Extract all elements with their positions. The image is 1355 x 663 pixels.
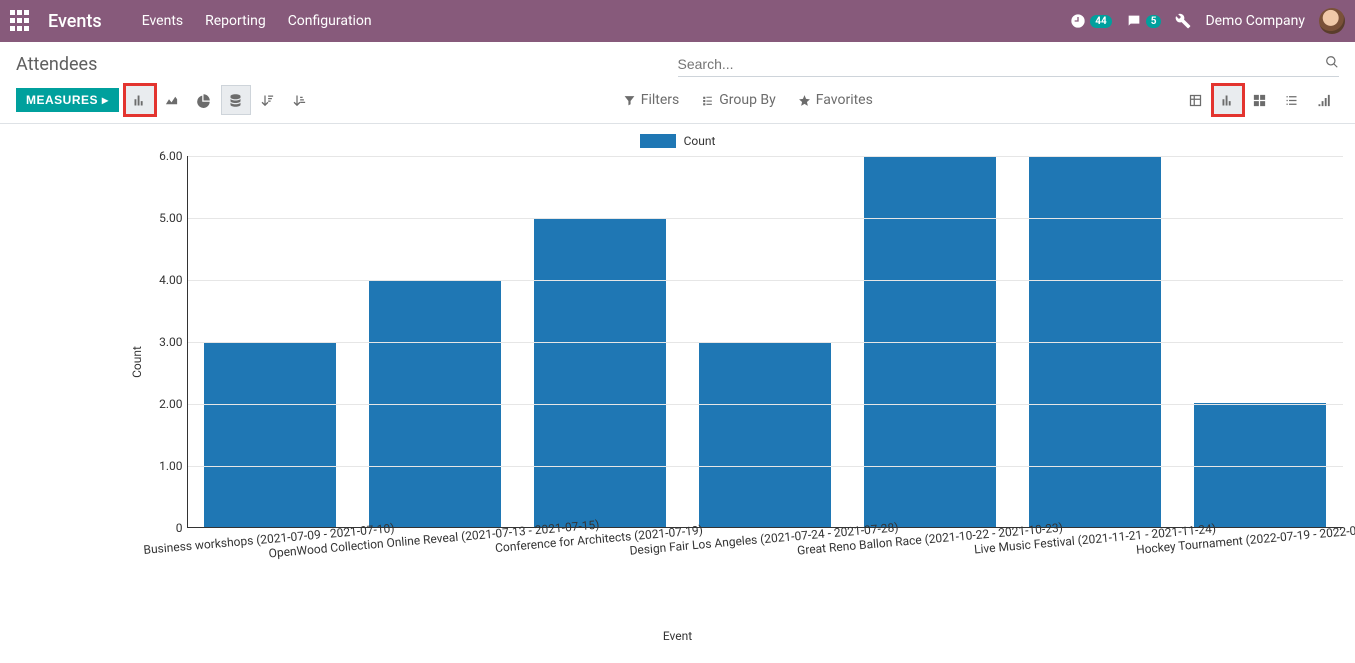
- sort-desc-icon: [260, 93, 275, 108]
- sort-desc-button[interactable]: [253, 85, 283, 115]
- activities-button[interactable]: 44: [1070, 13, 1111, 29]
- pie-chart-icon: [196, 93, 211, 108]
- y-tick: 6.00: [145, 149, 183, 163]
- chart-type-group: [125, 85, 315, 115]
- list-view-icon: [1284, 93, 1299, 108]
- breadcrumb: Attendees: [16, 54, 97, 75]
- app-brand[interactable]: Events: [48, 11, 102, 32]
- filter-icon: [623, 94, 636, 107]
- nav-links: Events Reporting Configuration: [142, 13, 372, 29]
- kanban-view-button[interactable]: [1245, 85, 1275, 115]
- discuss-button[interactable]: 5: [1126, 13, 1162, 29]
- favorites-label: Favorites: [816, 92, 873, 108]
- clock-icon: [1070, 13, 1086, 29]
- bar[interactable]: [534, 218, 666, 527]
- graph-view-button[interactable]: [1213, 85, 1243, 115]
- database-icon: [228, 93, 243, 108]
- kanban-icon: [1252, 93, 1267, 108]
- nav-link-events[interactable]: Events: [142, 13, 183, 29]
- search-options: Filters Group By Favorites: [623, 92, 873, 108]
- pivot-view-button[interactable]: [1181, 85, 1211, 115]
- y-tick: 0: [145, 521, 183, 535]
- area-chart-icon: [164, 93, 179, 108]
- sort-asc-button[interactable]: [285, 85, 315, 115]
- filters-label: Filters: [641, 92, 680, 108]
- y-tick: 2.00: [145, 397, 183, 411]
- list-view-button[interactable]: [1277, 85, 1307, 115]
- control-panel: Attendees MEASURES ▸ Filters Group: [0, 42, 1355, 124]
- pie-chart-button[interactable]: [189, 85, 219, 115]
- grid-icon: [1188, 93, 1203, 108]
- stacked-button[interactable]: [221, 85, 251, 115]
- search-input[interactable]: [678, 52, 1326, 76]
- bar-chart-button[interactable]: [125, 85, 155, 115]
- activities-badge: 44: [1090, 15, 1111, 28]
- chart-legend: Count: [8, 134, 1347, 148]
- chart-area: Count 01.002.003.004.005.006.00 Business…: [13, 154, 1343, 569]
- caret-right-icon: ▸: [102, 93, 109, 107]
- search-icon[interactable]: [1325, 55, 1339, 73]
- nav-right: 44 5 Demo Company: [1070, 8, 1345, 34]
- y-tick: 3.00: [145, 335, 183, 349]
- legend-swatch: [640, 134, 676, 148]
- list-icon: [701, 94, 714, 107]
- nav-link-configuration[interactable]: Configuration: [288, 13, 372, 29]
- legend-label: Count: [684, 134, 716, 148]
- chat-icon: [1126, 13, 1142, 29]
- y-tick: 4.00: [145, 273, 183, 287]
- debug-icon[interactable]: [1175, 13, 1191, 29]
- plot: [187, 156, 1343, 528]
- y-tick: 5.00: [145, 211, 183, 225]
- company-name[interactable]: Demo Company: [1205, 13, 1305, 29]
- bar-chart-icon: [132, 93, 147, 108]
- view-switcher: [1181, 85, 1339, 115]
- y-tick: 1.00: [145, 459, 183, 473]
- chart-container: Count Count 01.002.003.004.005.006.00 Bu…: [0, 124, 1355, 663]
- y-axis-label: Count: [129, 346, 143, 378]
- avatar[interactable]: [1319, 8, 1345, 34]
- star-icon: [798, 94, 811, 107]
- bar[interactable]: [699, 342, 831, 528]
- search-box[interactable]: [678, 52, 1340, 77]
- signal-icon: [1316, 93, 1331, 108]
- discuss-badge: 5: [1146, 15, 1162, 28]
- bar-chart-icon: [1220, 93, 1235, 108]
- favorites-button[interactable]: Favorites: [798, 92, 873, 108]
- nav-link-reporting[interactable]: Reporting: [205, 13, 266, 29]
- line-chart-button[interactable]: [157, 85, 187, 115]
- activity-view-button[interactable]: [1309, 85, 1339, 115]
- measures-button[interactable]: MEASURES ▸: [16, 88, 119, 112]
- bar[interactable]: [204, 342, 336, 528]
- top-navbar: Events Events Reporting Configuration 44…: [0, 0, 1355, 42]
- groupby-label: Group By: [719, 92, 776, 108]
- measures-label: MEASURES: [26, 93, 98, 107]
- sort-asc-icon: [292, 93, 307, 108]
- groupby-button[interactable]: Group By: [701, 92, 776, 108]
- filters-button[interactable]: Filters: [623, 92, 680, 108]
- x-axis-label: Event: [8, 629, 1347, 643]
- apps-menu-icon[interactable]: [10, 10, 32, 32]
